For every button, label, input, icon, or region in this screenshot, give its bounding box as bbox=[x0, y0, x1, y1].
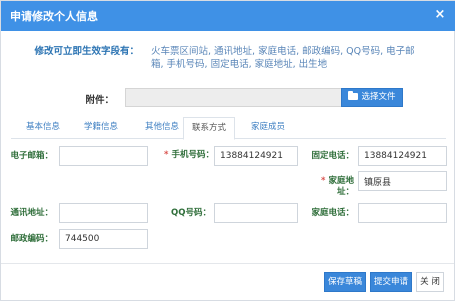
choose-file-button[interactable]: 选择文件 bbox=[341, 88, 403, 107]
email-field[interactable] bbox=[59, 146, 148, 166]
home-phone-field[interactable] bbox=[358, 203, 447, 223]
postcode-label: 邮政编码： bbox=[10, 234, 53, 244]
notice-label: 修改可立即生效字段有： bbox=[34, 46, 139, 57]
landline-label: 固定电话： bbox=[311, 151, 354, 161]
tab-bar: 基本信息 学籍信息 其他信息 联系方式 家庭成员 bbox=[11, 117, 446, 140]
qq-field[interactable] bbox=[214, 203, 298, 223]
close-icon[interactable]: × bbox=[433, 8, 447, 22]
address-label: 通讯地址： bbox=[10, 208, 53, 218]
mobile-label: * 手机号码： bbox=[164, 150, 214, 161]
required-mark: * bbox=[321, 176, 326, 186]
email-label: 电子邮箱： bbox=[10, 151, 53, 161]
folder-icon bbox=[348, 91, 359, 100]
required-mark: * bbox=[164, 150, 169, 160]
home-address-label-text: 家庭地址： bbox=[328, 176, 354, 197]
home-address-field[interactable] bbox=[358, 171, 447, 191]
attachment-path-input[interactable] bbox=[125, 88, 341, 107]
close-button[interactable]: 关 闭 bbox=[416, 272, 444, 292]
choose-file-label: 选择文件 bbox=[361, 92, 396, 102]
qq-label: QQ号码： bbox=[171, 208, 211, 218]
postcode-field[interactable] bbox=[59, 229, 148, 249]
save-draft-button[interactable]: 保存草稿 bbox=[324, 272, 366, 292]
mobile-label-text: 手机号码： bbox=[171, 150, 214, 160]
tab-enrollment-info[interactable]: 学籍信息 bbox=[73, 117, 129, 139]
home-address-label: * 家庭地址： bbox=[314, 176, 354, 198]
edit-info-dialog: 申请修改个人信息 × 修改可立即生效字段有： 火车票区间站, 通讯地址, 家庭电… bbox=[0, 0, 455, 301]
tab-contact[interactable]: 联系方式 bbox=[183, 117, 235, 140]
submit-button[interactable]: 提交申请 bbox=[370, 272, 412, 292]
address-field[interactable] bbox=[59, 203, 148, 223]
footer-divider bbox=[1, 263, 454, 264]
landline-field[interactable] bbox=[358, 146, 447, 166]
dialog-titlebar: 申请修改个人信息 × bbox=[1, 1, 455, 31]
notice-text: 火车票区间站, 通讯地址, 家庭电话, 邮政编码, QQ号码, 电子邮箱, 手机… bbox=[151, 46, 415, 70]
dialog-title: 申请修改个人信息 bbox=[10, 10, 98, 23]
attachment-label: 附件： bbox=[85, 95, 114, 106]
mobile-field[interactable] bbox=[214, 146, 298, 166]
home-phone-label: 家庭电话： bbox=[311, 208, 354, 218]
tab-family-members[interactable]: 家庭成员 bbox=[237, 117, 299, 139]
tab-basic-info[interactable]: 基本信息 bbox=[11, 117, 75, 139]
